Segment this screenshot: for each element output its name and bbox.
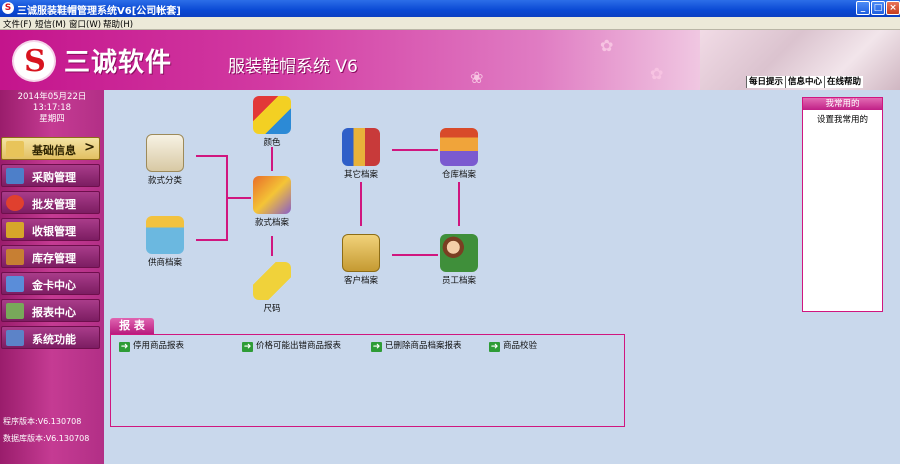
sidebar-item-inventory[interactable]: 库存管理 [1, 245, 100, 268]
sidebar-item-cashier[interactable]: 收银管理 [1, 218, 100, 241]
report-link-disabled-goods[interactable]: ➜ 停用商品报表 [119, 339, 184, 352]
node-employee-archive[interactable]: 员工档案 [429, 234, 489, 286]
shapes-icon [253, 96, 291, 134]
window-title: 三诚服装鞋帽管理系统V6[公司帐套] [17, 6, 181, 17]
report-link-price-error[interactable]: ➜ 价格可能出错商品报表 [242, 339, 341, 352]
arrow-right-icon: ➜ [119, 342, 130, 352]
factory-icon [440, 128, 478, 166]
connector-line [271, 147, 273, 171]
arrow-right-icon: ➜ [242, 342, 253, 352]
close-button[interactable]: × [886, 1, 900, 15]
favorites-header: 我常用的 [803, 98, 882, 110]
connector-line [360, 182, 362, 226]
sidebar-item-reports[interactable]: 报表中心 [1, 299, 100, 322]
menu-file[interactable]: 文件(F) [3, 18, 32, 30]
sidebar-item-gold-card[interactable]: 金卡中心 [1, 272, 100, 295]
node-other-archive[interactable]: 其它档案 [331, 128, 391, 180]
report-link-goods-check[interactable]: ➜ 商品校验 [489, 339, 537, 352]
ruler-icon [253, 262, 291, 300]
basket-icon [146, 216, 184, 254]
warehouse-icon [6, 249, 24, 265]
node-supplier-archive[interactable]: 供商档案 [135, 216, 195, 268]
online-help-link[interactable]: 在线帮助 [824, 76, 864, 88]
arrow-right-icon: ➜ [371, 342, 382, 352]
card-icon [6, 276, 24, 292]
contact-card-icon [342, 234, 380, 272]
reports-panel: ➜ 停用商品报表 ➜ 价格可能出错商品报表 ➜ 已删除商品档案报表 ➜ 商品校验 [110, 334, 625, 427]
sidebar-item-wholesale[interactable]: 批发管理 [1, 191, 100, 214]
sidebar-item-purchase[interactable]: 采购管理 [1, 164, 100, 187]
program-version: 程序版本:V6.130708 [3, 417, 82, 426]
clipboard-icon [6, 141, 24, 157]
node-style-archive[interactable]: 款式档案 [242, 176, 302, 228]
menu-bar: 文件(F) 短信(M) 窗口(W) 帮助(H) [0, 17, 900, 30]
brand-name: 三诚软件 [64, 48, 173, 78]
sidebar-item-basic-info[interactable]: 基础信息 > [1, 137, 100, 160]
current-time: 13:17:18 [32, 103, 72, 113]
top-links: 每日提示 信息中心 在线帮助 [746, 76, 864, 89]
sidebar: 2014年05月22日 13:17:18 星期四 基础信息 > 采购管理 批发管… [0, 90, 104, 464]
product-name: 服装鞋帽系统 V6 [228, 57, 358, 77]
people-icon [440, 234, 478, 272]
books-icon [342, 128, 380, 166]
sidebar-item-system[interactable]: 系统功能 [1, 326, 100, 349]
flower-icon: ❀ [470, 68, 484, 87]
brand-logo: S [12, 40, 56, 82]
connector-line [271, 236, 273, 256]
connector-line [196, 155, 227, 157]
menu-window[interactable]: 窗口(W) [69, 18, 101, 30]
boxes-icon [253, 176, 291, 214]
cart-icon [6, 168, 24, 184]
report-icon [6, 303, 24, 319]
flower-icon: ✿ [600, 36, 614, 55]
chevron-right-icon: > [84, 140, 95, 155]
set-favorites-link[interactable]: 设置我常用的 [803, 113, 882, 125]
yen-icon [6, 222, 24, 238]
menu-help[interactable]: 帮助(H) [103, 18, 133, 30]
flower-icon: ✿ [650, 64, 664, 83]
connector-line [458, 182, 460, 226]
reports-tab[interactable]: 报 表 [110, 318, 154, 334]
node-style-category[interactable]: 款式分类 [135, 134, 195, 186]
app-logo-icon: S [2, 2, 14, 14]
daily-tip-link[interactable]: 每日提示 [746, 76, 786, 88]
info-center-link[interactable]: 信息中心 [785, 76, 825, 88]
report-link-deleted-goods[interactable]: ➜ 已删除商品档案报表 [371, 339, 462, 352]
node-warehouse-archive[interactable]: 仓库档案 [429, 128, 489, 180]
menu-sms[interactable]: 短信(M) [35, 18, 66, 30]
folder-icon [6, 330, 24, 346]
maximize-button[interactable]: □ [871, 1, 885, 15]
title-bar: S 三诚服装鞋帽管理系统V6[公司帐套] _ □ × [0, 0, 900, 17]
current-date: 2014年05月22日 [17, 92, 87, 102]
discount-icon [6, 195, 24, 211]
minimize-button[interactable]: _ [856, 1, 870, 15]
s-logo-icon: S [24, 44, 46, 79]
connector-line [196, 239, 227, 241]
checklist-icon [146, 134, 184, 172]
db-version: 数据库版本:V6.130708 [3, 434, 90, 443]
date-time-display: 2014年05月22日 13:17:18 星期四 [0, 92, 104, 125]
node-size[interactable]: 尺码 [242, 262, 302, 314]
current-weekday: 星期四 [39, 114, 65, 124]
favorites-panel: 我常用的 设置我常用的 [802, 97, 883, 312]
node-color[interactable]: 颜色 [242, 96, 302, 148]
node-customer-archive[interactable]: 客户档案 [331, 234, 391, 286]
arrow-right-icon: ➜ [489, 342, 500, 352]
